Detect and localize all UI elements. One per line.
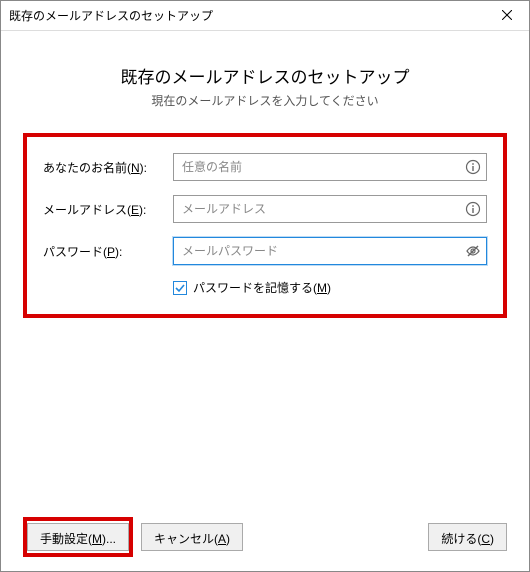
email-field[interactable] [173,195,487,223]
email-row: メールアドレス(E): [43,195,487,223]
email-input-wrap [173,195,487,223]
titlebar: 既存のメールアドレスのセットアップ [1,1,529,31]
name-input-wrap [173,153,487,181]
content-area: 既存のメールアドレスのセットアップ 現在のメールアドレスを入力してください あな… [1,31,529,571]
name-field[interactable] [173,153,487,181]
manual-button-highlight: 手動設定(M)... [23,517,133,557]
continue-button[interactable]: 続ける(C) [428,523,507,551]
password-field[interactable] [173,237,487,265]
button-row: 手動設定(M)... キャンセル(A) 続ける(C) [23,517,507,557]
manual-config-button[interactable]: 手動設定(M)... [27,523,129,551]
cancel-button[interactable]: キャンセル(A) [141,523,243,551]
password-input-wrap [173,237,487,265]
page-title: 既存のメールアドレスのセットアップ [23,63,507,88]
setup-dialog: 既存のメールアドレスのセットアップ 既存のメールアドレスのセットアップ 現在のメ… [0,0,530,572]
info-icon[interactable] [465,159,481,175]
name-row: あなたのお名前(N): [43,153,487,181]
info-icon[interactable] [465,201,481,217]
email-label: メールアドレス(E): [43,201,173,218]
close-button[interactable] [485,1,529,30]
remember-row: パスワードを記憶する(M) [173,279,487,296]
password-label: パスワード(P): [43,243,173,260]
remember-checkbox[interactable] [173,281,187,295]
eye-off-icon[interactable] [465,243,481,259]
check-icon [175,283,185,293]
remember-label: パスワードを記憶する(M) [193,279,331,296]
page-subtitle: 現在のメールアドレスを入力してください [23,92,507,109]
name-label: あなたのお名前(N): [43,159,173,176]
close-icon [502,9,512,23]
window-title: 既存のメールアドレスのセットアップ [9,7,213,24]
password-row: パスワード(P): [43,237,487,265]
form-highlight-box: あなたのお名前(N): メールアドレス(E): [23,133,507,318]
spacer [23,318,507,509]
